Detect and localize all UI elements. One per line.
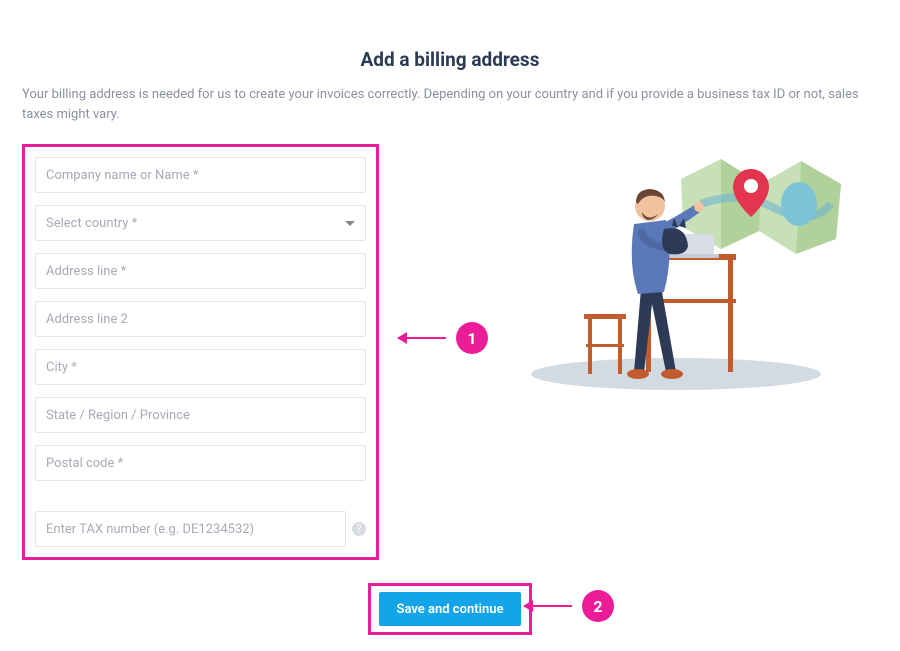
billing-form-panel: Select country * ? (22, 144, 379, 560)
save-and-continue-button[interactable]: Save and continue (379, 592, 522, 626)
page-title: Add a billing address (0, 0, 900, 85)
tax-row: ? (35, 511, 366, 547)
info-icon[interactable]: ? (352, 522, 366, 536)
postal-code-input[interactable] (46, 446, 355, 480)
country-select[interactable]: Select country * (35, 205, 366, 241)
company-field-wrapper (35, 157, 366, 193)
chevron-down-icon (345, 221, 355, 226)
arrow-left-icon (524, 605, 572, 607)
annotation-1: 1 (398, 322, 488, 354)
annotation-badge-1: 1 (456, 322, 488, 354)
annotation-badge-2: 2 (582, 590, 614, 622)
page-description: Your billing address is needed for us to… (0, 85, 900, 124)
tax-field-wrapper (35, 511, 346, 547)
city-field-wrapper (35, 349, 366, 385)
arrow-left-icon (398, 337, 446, 339)
address-line-2-input[interactable] (46, 302, 355, 336)
company-input[interactable] (46, 158, 355, 192)
button-row: Save and continue (0, 583, 900, 635)
address1-field-wrapper (35, 253, 366, 289)
city-input[interactable] (46, 350, 355, 384)
annotation-2: 2 (524, 583, 614, 629)
address2-field-wrapper (35, 301, 366, 337)
postal-field-wrapper (35, 445, 366, 481)
save-button-highlight: Save and continue (368, 583, 533, 635)
state-field-wrapper (35, 397, 366, 433)
billing-illustration (486, 154, 866, 394)
address-line-1-input[interactable] (46, 254, 355, 288)
state-input[interactable] (46, 398, 355, 432)
tax-number-input[interactable] (46, 512, 335, 546)
country-placeholder-text: Select country * (46, 216, 345, 231)
